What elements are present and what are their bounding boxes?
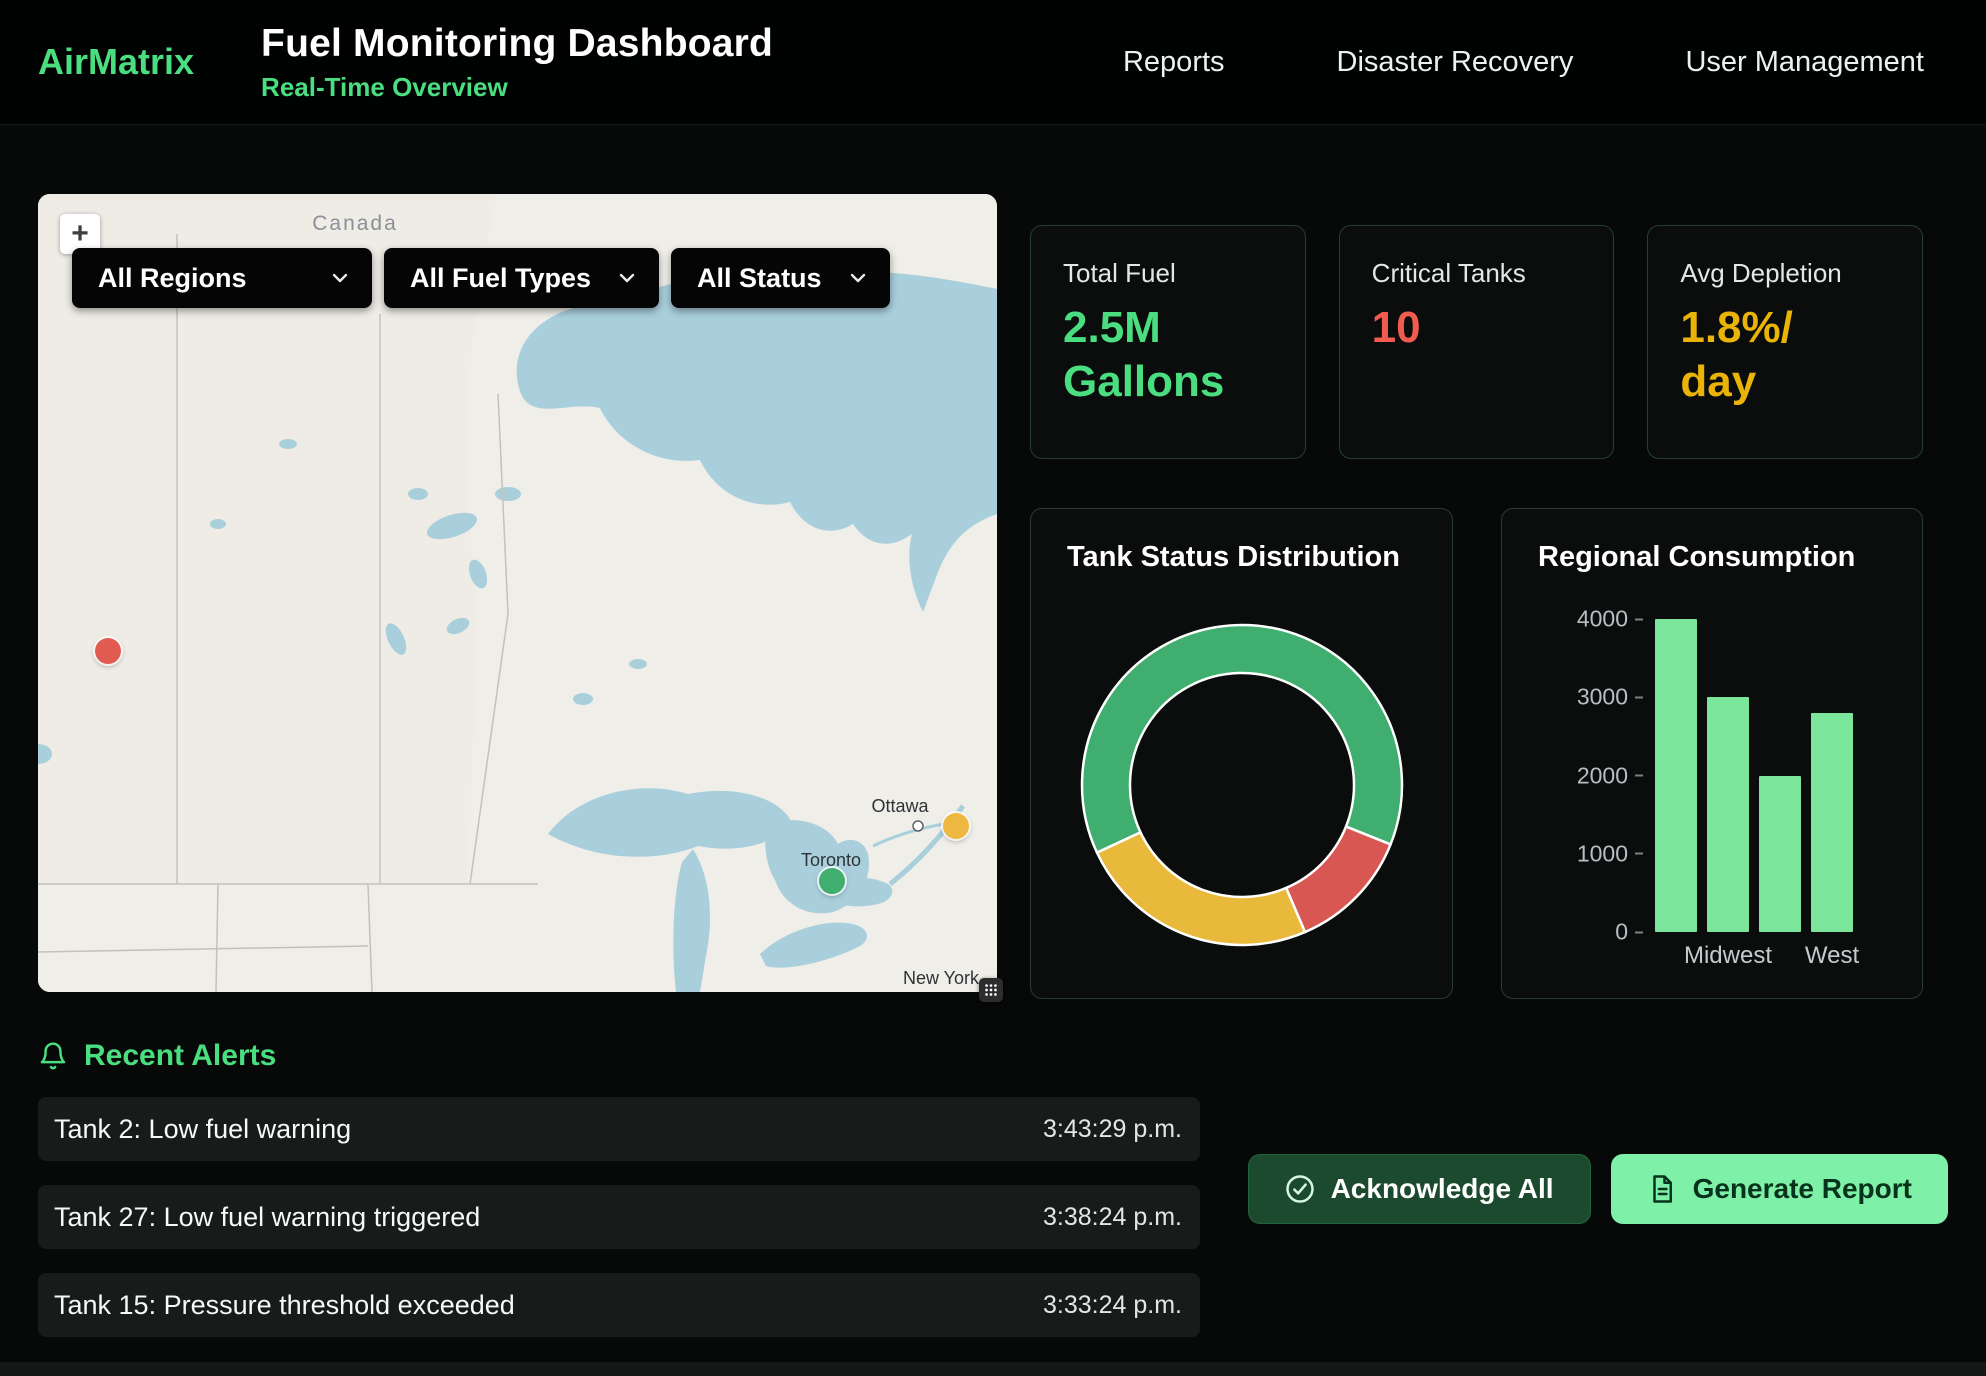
filter-fuel-types-dropdown[interactable]: All Fuel Types (384, 248, 659, 308)
recent-alerts-section: Recent Alerts Tank 2: Low fuel warning 3… (0, 1039, 1986, 1361)
bar-col-3 (1759, 776, 1801, 933)
y-tick-label: 0 (1615, 919, 1643, 946)
donut-segment-critical (1286, 827, 1390, 932)
y-tick-label: 4000 (1577, 606, 1643, 633)
chevron-down-icon (846, 266, 870, 290)
alert-message: Tank 27: Low fuel warning triggered (54, 1202, 480, 1233)
charts-row: Tank Status Distribution Regional Consum… (1030, 508, 1923, 999)
chevron-down-icon (615, 266, 639, 290)
bar-chart-bars (1655, 619, 1853, 932)
brand-logo[interactable]: AirMatrix (38, 41, 194, 83)
alert-timestamp: 3:38:24 p.m. (1043, 1203, 1182, 1232)
y-tick-label: 2000 (1577, 762, 1643, 789)
acknowledge-all-label: Acknowledge All (1331, 1173, 1554, 1205)
app-header: AirMatrix Fuel Monitoring Dashboard Real… (0, 0, 1986, 125)
bottom-bar (0, 1362, 1986, 1376)
alert-timestamp: 3:43:29 p.m. (1043, 1115, 1182, 1144)
tank-status-distribution-card: Tank Status Distribution (1030, 508, 1453, 999)
x-tick-label: Midwest (1707, 942, 1749, 970)
main-nav: Reports Disaster Recovery User Managemen… (1123, 46, 1924, 79)
nav-user-management[interactable]: User Management (1685, 46, 1924, 79)
regional-consumption-card: Regional Consumption 4000 3000 2000 1000 0 M… (1501, 508, 1923, 999)
bar-midwest (1707, 697, 1749, 932)
donut-segment-normal (1082, 625, 1402, 853)
filter-regions-label: All Regions (98, 263, 247, 294)
map-marker-normal[interactable] (819, 868, 845, 894)
alert-row[interactable]: Tank 27: Low fuel warning triggered 3:38… (38, 1185, 1200, 1249)
map-markers-layer (38, 194, 997, 992)
stat-card-total-fuel: Total Fuel 2.5M Gallons (1030, 225, 1306, 459)
y-tick-label: 3000 (1577, 684, 1643, 711)
filter-regions-dropdown[interactable]: All Regions (72, 248, 372, 308)
stat-card-critical-tanks: Critical Tanks 10 (1339, 225, 1615, 459)
alert-row[interactable]: Tank 2: Low fuel warning 3:43:29 p.m. (38, 1097, 1200, 1161)
acknowledge-all-button[interactable]: Acknowledge All (1248, 1154, 1591, 1224)
bar-chart-y-axis: 40003000200010000 (1571, 619, 1643, 932)
map-panel: Canada Ottawa Toronto New York + All Reg… (38, 194, 997, 992)
stat-label: Total Fuel (1063, 258, 1273, 289)
stat-value: 10 (1372, 301, 1582, 355)
alerts-list: Tank 2: Low fuel warning 3:43:29 p.m. Ta… (38, 1097, 1200, 1361)
alerts-title: Recent Alerts (84, 1039, 276, 1073)
title-block: Fuel Monitoring Dashboard Real-Time Over… (261, 22, 773, 103)
stat-value-line: 2.5M (1063, 301, 1273, 355)
map-filters: All Regions All Fuel Types All Status (72, 248, 890, 308)
alert-message: Tank 15: Pressure threshold exceeded (54, 1290, 515, 1321)
alerts-body: Tank 2: Low fuel warning 3:43:29 p.m. Ta… (38, 1097, 1948, 1361)
nav-disaster-recovery[interactable]: Disaster Recovery (1337, 46, 1574, 79)
generate-report-label: Generate Report (1693, 1173, 1912, 1205)
tank-status-donut-chart (1074, 617, 1410, 953)
stat-value: 1.8%/ day (1680, 301, 1890, 408)
map-marker-warning[interactable] (943, 813, 969, 839)
main-content: Canada Ottawa Toronto New York + All Reg… (0, 194, 1986, 999)
regional-consumption-bar-chart: 40003000200010000 MidwestWest (1538, 619, 1886, 970)
bar-west (1811, 713, 1853, 932)
stat-value-line: 10 (1372, 301, 1582, 355)
filter-status-label: All Status (697, 263, 822, 294)
stat-value-line: day (1680, 355, 1890, 409)
bell-icon (38, 1040, 68, 1072)
chart-title: Tank Status Distribution (1067, 541, 1416, 574)
alert-row[interactable]: Tank 15: Pressure threshold exceeded 3:3… (38, 1273, 1200, 1337)
document-icon (1647, 1174, 1677, 1204)
donut-segment-warning (1096, 832, 1304, 945)
alert-message: Tank 2: Low fuel warning (54, 1114, 351, 1145)
page-title: Fuel Monitoring Dashboard (261, 22, 773, 66)
dashboard-right-column: Total Fuel 2.5M Gallons Critical Tanks 1… (1030, 225, 1923, 999)
x-tick-label: West (1811, 942, 1853, 970)
x-tick-label (1759, 942, 1801, 970)
stat-label: Avg Depletion (1680, 258, 1890, 289)
stat-value-line: Gallons (1063, 355, 1273, 409)
chevron-down-icon (328, 266, 352, 290)
alert-timestamp: 3:33:24 p.m. (1043, 1291, 1182, 1320)
bar-chart-plot-area: Midwest West (1655, 619, 1853, 970)
bar-chart-x-axis: Midwest West (1655, 942, 1853, 970)
chart-title: Regional Consumption (1538, 541, 1886, 574)
alert-actions: Acknowledge All Generate Report (1248, 1154, 1948, 1224)
grip-dots-icon (983, 982, 999, 998)
stats-row: Total Fuel 2.5M Gallons Critical Tanks 1… (1030, 225, 1923, 459)
map-resize-handle[interactable] (979, 978, 1003, 1002)
map-marker-critical[interactable] (95, 638, 121, 664)
alerts-header: Recent Alerts (38, 1039, 1948, 1073)
page-subtitle: Real-Time Overview (261, 72, 773, 103)
generate-report-button[interactable]: Generate Report (1611, 1154, 1948, 1224)
check-circle-icon (1285, 1174, 1315, 1204)
stat-label: Critical Tanks (1372, 258, 1582, 289)
filter-status-dropdown[interactable]: All Status (671, 248, 890, 308)
nav-reports[interactable]: Reports (1123, 46, 1225, 79)
filter-fuel-types-label: All Fuel Types (410, 263, 591, 294)
stat-value: 2.5M Gallons (1063, 301, 1273, 408)
stat-card-avg-depletion: Avg Depletion 1.8%/ day (1647, 225, 1923, 459)
map-canvas[interactable]: Canada Ottawa Toronto New York (38, 194, 997, 992)
bar-col-1 (1655, 619, 1697, 932)
stat-value-line: 1.8%/ (1680, 301, 1890, 355)
y-tick-label: 1000 (1577, 840, 1643, 867)
